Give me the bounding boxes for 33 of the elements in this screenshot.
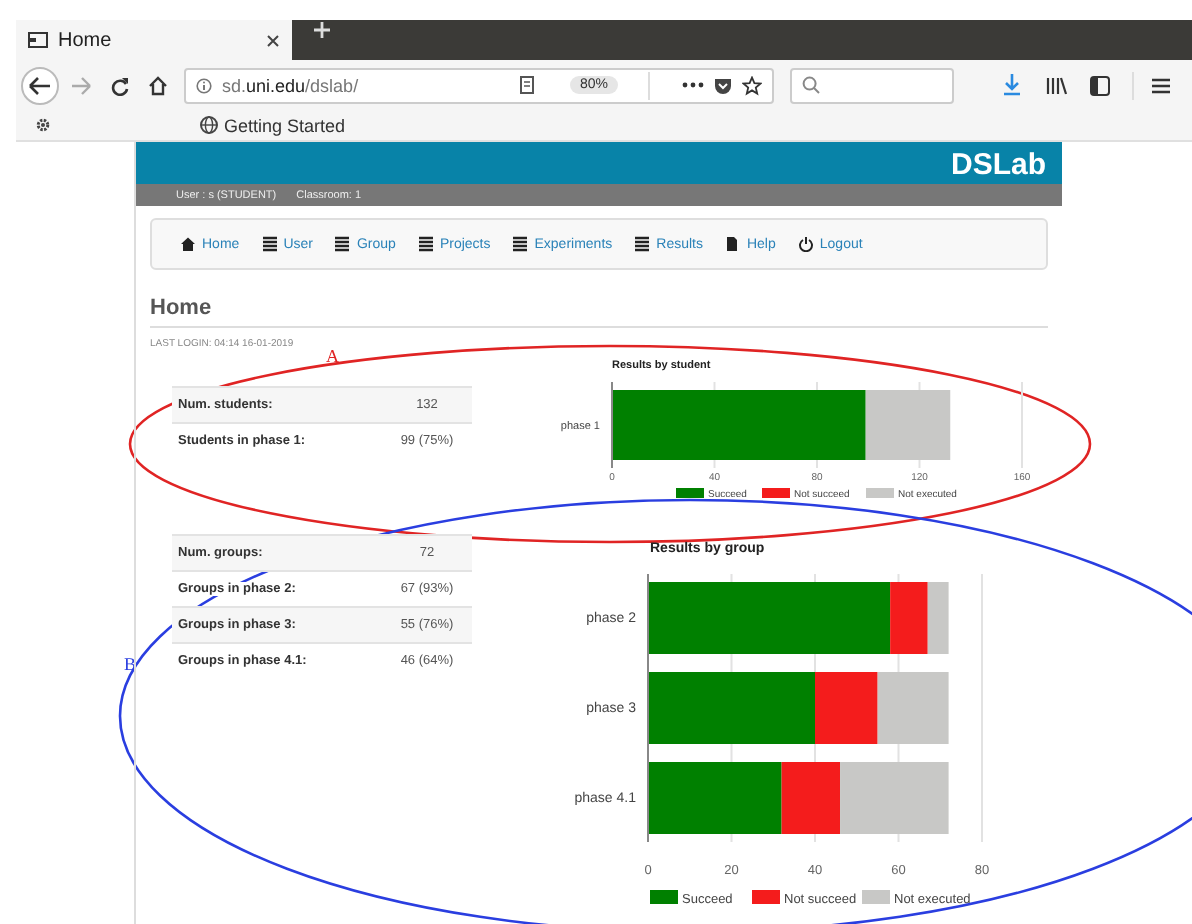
reload-icon[interactable] [110, 75, 130, 95]
file-icon [724, 236, 741, 252]
annotation-label: A [326, 346, 339, 366]
pocket-icon[interactable] [714, 77, 732, 93]
star-icon[interactable] [742, 75, 762, 95]
back-icon[interactable] [20, 65, 60, 105]
list-icon [261, 236, 278, 252]
bookmark[interactable]: Getting Started [200, 115, 346, 135]
url-text: sd.uni.edu/dslab/ [222, 75, 361, 95]
sidebar-icon[interactable] [1090, 75, 1110, 95]
gear-icon[interactable] [34, 116, 52, 134]
power-icon [797, 236, 814, 252]
more-icon[interactable] [682, 82, 704, 88]
brand-title: DSLab [950, 148, 1046, 184]
list-icon [334, 236, 351, 252]
browser-tab[interactable]: Home [16, 20, 292, 60]
list-icon [634, 236, 651, 252]
list-icon [417, 236, 434, 252]
home-icon [180, 236, 196, 252]
page-icon [28, 32, 48, 48]
download-icon[interactable] [1002, 74, 1022, 96]
search-icon [802, 76, 820, 94]
list-icon [512, 236, 529, 252]
new-tab-icon[interactable] [312, 20, 332, 40]
reader-icon[interactable] [519, 76, 534, 94]
globe-icon [200, 116, 218, 134]
library-icon[interactable] [1046, 75, 1068, 95]
home-icon[interactable] [148, 75, 168, 95]
search-field[interactable] [790, 67, 954, 103]
info-icon [196, 77, 212, 93]
menu-icon[interactable] [1152, 77, 1170, 93]
page-title: Home [150, 296, 212, 320]
close-icon[interactable] [266, 33, 280, 47]
